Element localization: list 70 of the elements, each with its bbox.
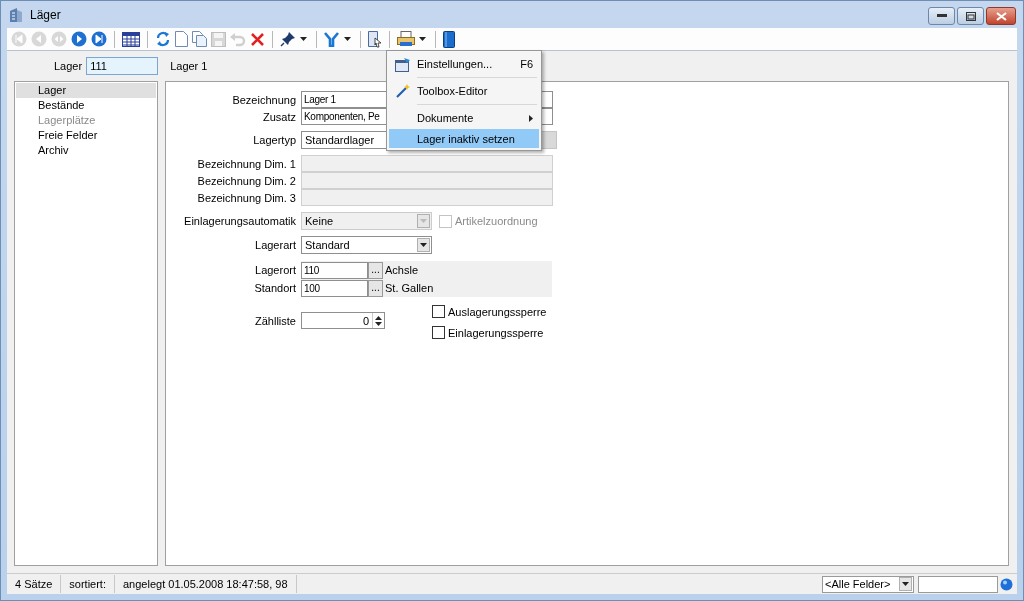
sidebar-item[interactable]: Archiv: [16, 143, 156, 158]
record-field[interactable]: 111: [86, 57, 159, 75]
menu-item[interactable]: Dokumente: [389, 107, 539, 129]
magic-wand-icon: [395, 83, 411, 99]
menu-item[interactable]: Lager inaktiv setzen: [389, 129, 539, 148]
caret-icon: [420, 219, 427, 223]
field-label: Bezeichnung Dim. 3: [196, 191, 296, 204]
text-field[interactable]: 100: [301, 279, 368, 297]
menu-item[interactable]: Toolbox-Editor: [389, 80, 539, 102]
shortcut-label: F6: [520, 58, 533, 70]
window-title: Läger: [30, 7, 61, 22]
last-record-button[interactable]: [89, 29, 109, 49]
dropdown[interactable]: Standard: [301, 236, 432, 254]
table-view-button[interactable]: [120, 29, 142, 49]
document-button[interactable]: [366, 29, 384, 49]
field-label: Zusatz: [262, 110, 296, 123]
down-arrow-icon[interactable]: [375, 321, 382, 326]
menu-item[interactable]: Einstellungen... F6: [389, 53, 539, 75]
field-label: Lagertyp: [252, 134, 296, 146]
record-count: 4 Sätze: [7, 575, 62, 593]
checkbox-label: Einlagerungssperre: [448, 326, 544, 339]
checkbox-label: Artikelzuordnung: [455, 215, 538, 227]
number-spinner[interactable]: 0: [301, 312, 385, 329]
restore-icon: [965, 11, 976, 21]
lookup-name: Achsle: [385, 264, 419, 276]
settings-icon: [395, 56, 411, 72]
text-field[interactable]: [301, 172, 553, 189]
text-field[interactable]: [301, 155, 553, 172]
sidebar-item[interactable]: Lager: [16, 83, 156, 98]
field-label: Zählliste: [254, 314, 296, 327]
submenu-arrow-icon: [529, 114, 533, 122]
print-button[interactable]: [395, 29, 417, 49]
search-field[interactable]: [918, 575, 998, 593]
text-field[interactable]: 110: [301, 261, 368, 279]
caret-icon: [902, 582, 909, 586]
minimize-icon: [936, 14, 947, 18]
text-field[interactable]: [301, 189, 553, 206]
field-label: Standort: [253, 282, 296, 294]
checkbox[interactable]: [432, 305, 445, 318]
field-filter-dropdown[interactable]: <Alle Felder>: [822, 575, 914, 593]
copy-button[interactable]: [190, 29, 209, 49]
field-label: Lagerort: [254, 264, 296, 276]
record-name: Lager 1: [170, 60, 208, 72]
new-button[interactable]: [173, 29, 190, 49]
building-icon: [8, 6, 24, 23]
sidebar-item[interactable]: Bestände: [16, 98, 156, 113]
pin-button[interactable]: [278, 29, 298, 49]
field-label: Bezeichnung Dim. 1: [196, 157, 296, 170]
globe-icon[interactable]: [1000, 577, 1013, 591]
book-button[interactable]: [441, 29, 457, 49]
field-label: Bezeichnung Dim. 2: [196, 174, 296, 187]
checkbox-label: Auslagerungssperre: [448, 305, 547, 318]
browse-button[interactable]: ...: [368, 261, 383, 279]
field-label: Bezeichnung: [231, 93, 296, 106]
maximize-button[interactable]: [957, 7, 984, 25]
close-button[interactable]: [986, 7, 1016, 25]
browse-button[interactable]: ...: [368, 279, 383, 297]
field-label: Lagerart: [254, 239, 296, 251]
up-arrow-icon[interactable]: [375, 315, 382, 320]
lookup-name: St. Gallen: [385, 282, 434, 294]
sort-status: sortiert:: [61, 575, 115, 593]
close-icon: [995, 11, 1007, 21]
field-label: Einlagerungsautomatik: [183, 215, 296, 227]
next-record-button[interactable]: [69, 29, 89, 49]
record-label: Lager: [54, 60, 83, 72]
sidebar-item[interactable]: Freie Felder: [16, 128, 156, 143]
minimize-button[interactable]: [928, 7, 955, 25]
created-info: angelegt 01.05.2008 18:47:58, 98: [115, 575, 297, 593]
caret-icon: [420, 243, 427, 247]
checkbox[interactable]: [432, 326, 445, 339]
